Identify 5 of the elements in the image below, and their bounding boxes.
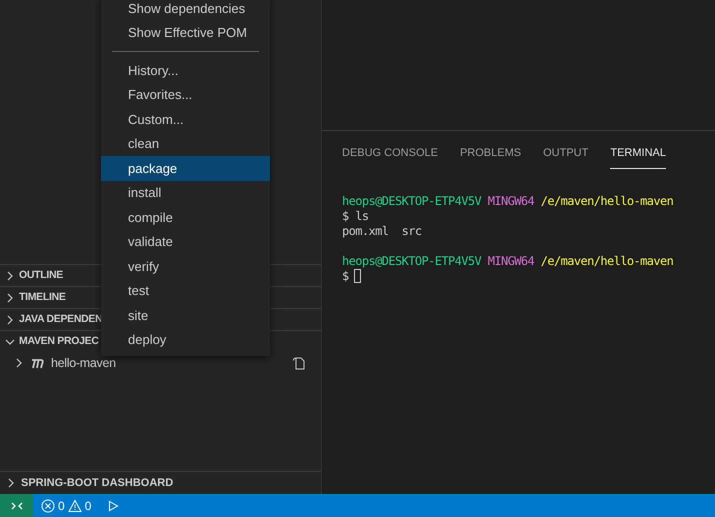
terminal-line: heops@DESKTOP-ETP4V5V MINGW64 /e/maven/hello-maven — [342, 194, 674, 208]
terminal-line: heops@DESKTOP-ETP4V5V MINGW64 /e/maven/hello-maven — [342, 254, 674, 268]
terminal-line: $ ls — [342, 208, 370, 224]
terminal-prompt: $ — [342, 268, 349, 284]
terminal-line: pom.xml src — [342, 224, 422, 238]
